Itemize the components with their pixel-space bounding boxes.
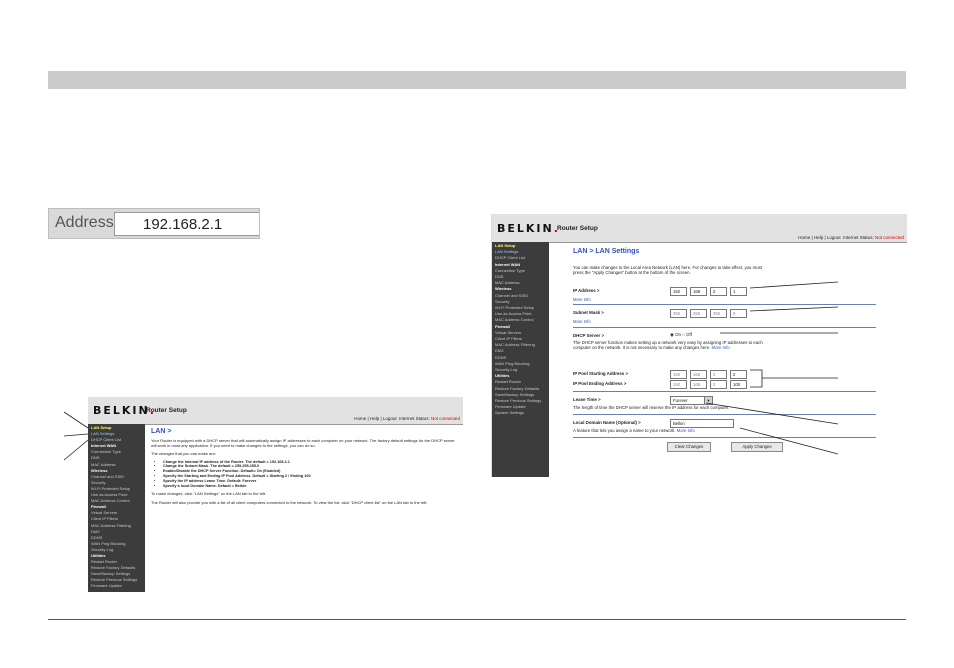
- callout-line: [63, 439, 89, 461]
- callout-line: [749, 306, 839, 312]
- callout-lines: [63, 281, 839, 461]
- callout-line: [63, 411, 89, 429]
- footer-rule: [48, 619, 906, 620]
- callout-line: [63, 433, 89, 437]
- callout-line: [739, 427, 839, 455]
- callout-bracket: [750, 369, 763, 388]
- callout-line: [705, 402, 839, 425]
- callout-line: [749, 281, 839, 289]
